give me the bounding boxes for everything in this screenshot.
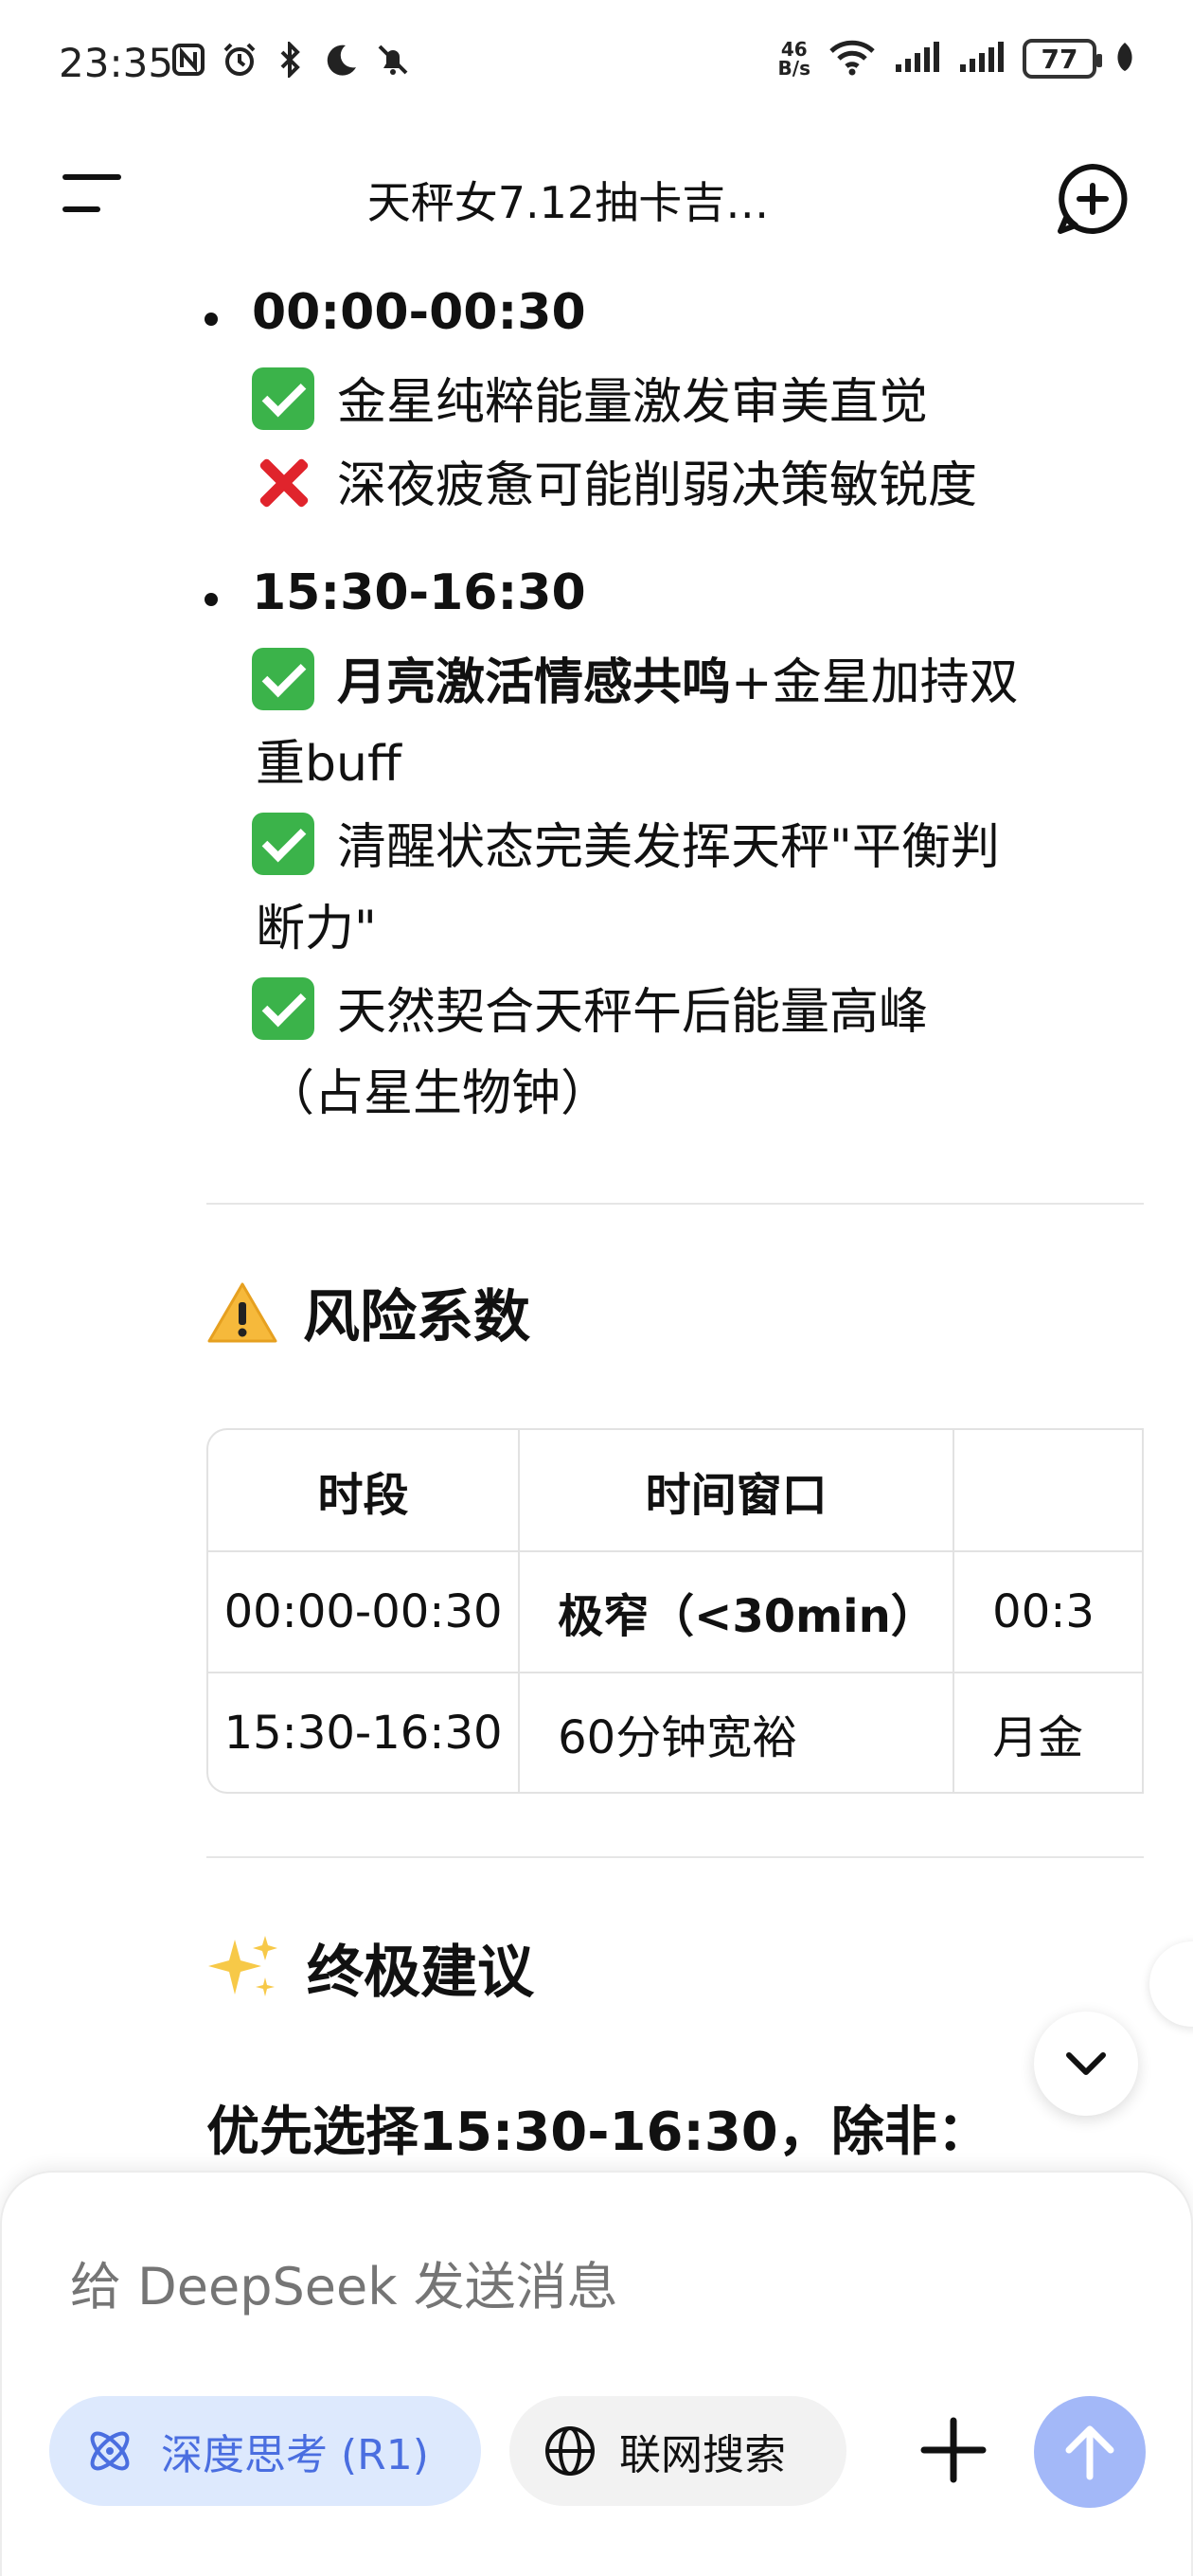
signal-icon-1 (894, 40, 941, 78)
chat-title[interactable]: 天秤女7.12抽卡吉… (284, 169, 852, 231)
message-composer: 深度思考 (R1) 联网搜索 (0, 2171, 1193, 2576)
menu-button[interactable] (62, 174, 125, 220)
web-search-label: 联网搜索 (619, 2431, 786, 2479)
table-cell: 00:00-00:30 (208, 1550, 521, 1673)
time-slot-2-item-1-bold: 月亮激活情感共鸣 (337, 654, 732, 711)
scroll-to-bottom-button[interactable] (1034, 2012, 1138, 2116)
battery-indicator: 77 (1023, 39, 1102, 79)
time-slot-1-con-text: 深夜疲惫可能削弱决策敏锐度 (337, 457, 978, 514)
status-time: 23:35 (59, 40, 174, 86)
floating-side-button[interactable] (1149, 1941, 1193, 2027)
web-search-toggle[interactable]: 联网搜索 (509, 2396, 846, 2506)
send-button[interactable] (1034, 2396, 1146, 2508)
net-speed: 46 B/s (778, 40, 810, 78)
atom-icon (90, 2431, 130, 2471)
time-slot-1-pro-text: 金星纯粹能量激发审美直觉 (337, 374, 929, 431)
final-advice-title-text: 终极建议 (307, 1940, 534, 2006)
message-input[interactable] (70, 2248, 1112, 2324)
warning-icon (206, 1281, 278, 1344)
chevron-down-icon (1066, 2052, 1106, 2075)
check-mark-icon (252, 648, 314, 710)
time-slot-2-item-3-text: 天然契合天秤午后能量高峰 (337, 984, 929, 1041)
time-slot-2-item-1-rest: +金星加持双 (731, 654, 1019, 711)
plus-icon (920, 2417, 987, 2483)
app-header: 天秤女7.12抽卡吉… (0, 142, 1193, 246)
mute-bell-icon (375, 42, 411, 78)
check-mark-icon (252, 813, 314, 875)
wifi-icon (828, 38, 877, 80)
time-slot-2-item-2: 清醒状态完美发挥天秤"平衡判 (252, 807, 1000, 878)
risk-section-title: 风险系数 (206, 1271, 530, 1353)
status-bar: 23:35 46 B/s 77 (0, 0, 1193, 133)
table-header-cell (953, 1430, 1144, 1552)
menu-icon-line-bottom (62, 206, 100, 212)
table-cell: 月金 (953, 1672, 1144, 1792)
check-mark-icon (252, 977, 314, 1040)
table-row: 00:00-00:30 极窄（<30min） 00:3 (208, 1550, 1144, 1673)
net-speed-unit: B/s (777, 57, 810, 80)
arrow-up-icon (1065, 2425, 1114, 2480)
risk-table[interactable]: 时段 时间窗口 00:00-00:30 极窄（<30min） 00:3 15:3… (206, 1428, 1144, 1794)
leaf-icon (1113, 41, 1136, 77)
time-slot-2-item-2-cont: 断力" (256, 901, 377, 957)
table-header-cell: 时段 (208, 1430, 521, 1552)
nfc-icon (170, 42, 206, 78)
net-speed-value: 46 (780, 38, 808, 61)
new-chat-button[interactable] (1055, 161, 1131, 237)
time-slot-2-item-3-cont: （占星生物钟） (265, 1065, 611, 1122)
status-icons-left (170, 42, 411, 78)
cross-mark-icon (252, 451, 314, 513)
table-header-cell: 时间窗口 (518, 1430, 955, 1552)
table-header-row: 时段 时间窗口 (208, 1430, 1144, 1552)
table-cell: 15:30-16:30 (208, 1672, 521, 1792)
attach-button[interactable] (911, 2407, 996, 2493)
time-slot-2-item-2-text: 清醒状态完美发挥天秤"平衡判 (337, 819, 1000, 876)
table-cell: 00:3 (953, 1550, 1144, 1673)
time-slot-2-item-1: 月亮激活情感共鸣+金星加持双 (252, 642, 1019, 713)
time-slot-1-heading: 00:00-00:30 (252, 284, 586, 341)
final-advice-title: 终极建议 (206, 1926, 534, 2009)
deep-think-label: 深度思考 (R1) (161, 2431, 429, 2479)
table-cell: 60分钟宽裕 (518, 1672, 955, 1792)
time-slot-1-pro: 金星纯粹能量激发审美直觉 (252, 362, 928, 433)
bluetooth-icon (273, 42, 309, 78)
risk-section-title-text: 风险系数 (303, 1284, 530, 1351)
bullet-dot (205, 313, 218, 326)
bullet-dot (205, 593, 218, 606)
time-slot-2-item-1-cont: 重buff (256, 736, 401, 793)
alarm-icon (222, 42, 258, 78)
new-chat-icon (1058, 164, 1128, 234)
time-slot-2-item-3: 天然契合天秤午后能量高峰 (252, 972, 928, 1043)
signal-icon-2 (958, 40, 1006, 78)
time-slot-1-con: 深夜疲惫可能削弱决策敏锐度 (252, 445, 977, 516)
time-slot-2-heading: 15:30-16:30 (252, 564, 586, 621)
divider (206, 1856, 1144, 1858)
check-mark-icon (252, 367, 314, 430)
risk-table-grid: 时段 时间窗口 00:00-00:30 极窄（<30min） 00:3 15:3… (208, 1430, 1144, 1792)
moon-icon (324, 42, 360, 78)
menu-icon-line-top (62, 174, 121, 180)
deep-think-toggle[interactable]: 深度思考 (R1) (49, 2396, 481, 2506)
table-cell: 极窄（<30min） (518, 1550, 955, 1673)
divider (206, 1203, 1144, 1205)
status-icons-right: 46 B/s 77 (778, 38, 1136, 80)
sparkles-icon (206, 1932, 282, 2004)
table-row: 15:30-16:30 60分钟宽裕 月金 (208, 1672, 1144, 1792)
final-advice-line: 优先选择15:30-16:30，除非： (206, 2102, 990, 2163)
globe-icon (545, 2426, 595, 2476)
